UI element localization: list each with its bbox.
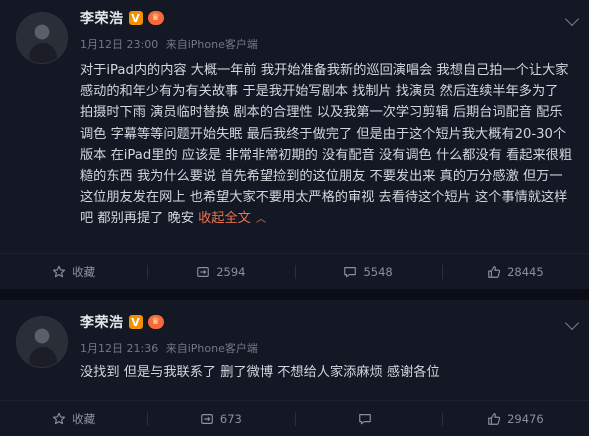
like-count: 29476 [507,411,544,426]
action-bar: 收藏 2594 5548 28445 [0,253,589,289]
post-separator [0,289,589,300]
repost-button[interactable]: 673 [147,411,294,426]
favorite-button[interactable]: 收藏 [0,411,147,427]
weibo-post: 李荣浩 V ♛ 1月12日 23:00 来自iPhone客户端 对于iPad内的… [0,0,589,289]
comment-button[interactable] [294,411,442,426]
post-header: 李荣浩 V ♛ [80,8,164,28]
favorite-label: 收藏 [72,411,96,426]
repost-icon [197,266,210,277]
chevron-up-icon: ︿ [256,214,267,226]
collapse-text-label: 收起全文 [198,211,251,227]
chevron-down-icon[interactable] [564,11,580,27]
post-meta: 1月12日 21:36 来自iPhone客户端 [80,340,262,356]
post-body: 没找到 但是与我联系了 删了微博 不想给人家添麻烦 感谢各位 [80,365,440,380]
username[interactable]: 李荣浩 [80,8,124,28]
repost-count: 673 [219,411,242,426]
post-text: 对于iPad内的内容 大概一年前 我开始准备我新的巡回演唱会 我想自己拍一个让大… [80,60,573,231]
member-badge-icon: ♛ [147,11,164,25]
source-prefix: 来自 [165,38,188,51]
star-icon [53,412,66,424]
collapse-text-link[interactable]: 收起全文 ︿ [198,211,266,226]
verified-badge-icon: V [128,11,143,25]
like-button[interactable]: 28445 [441,264,589,279]
post-meta: 1月12日 23:00 来自iPhone客户端 [80,36,262,52]
comment-icon [359,413,371,424]
post-text: 没找到 但是与我联系了 删了微博 不想给人家添麻烦 感谢各位 [80,362,573,383]
repost-button[interactable]: 2594 [147,264,294,279]
source-prefix: 来自 [165,342,188,355]
action-bar: 收藏 673 29476 [0,400,589,436]
post-header: 李荣浩 V ♛ [80,312,164,332]
star-icon [53,265,66,277]
repost-count: 2594 [216,264,246,279]
member-badge-icon: ♛ [147,315,164,329]
chevron-down-icon[interactable] [564,315,580,331]
favorite-label: 收藏 [72,264,96,279]
verified-badge-icon: V [128,315,143,329]
thumbs-up-icon [488,412,501,425]
post-date[interactable]: 1月12日 23:00 [80,38,158,51]
like-count: 28445 [507,264,544,279]
repost-icon [201,413,213,424]
post-source: iPhone客户端 [187,38,258,51]
avatar[interactable] [16,316,68,368]
favorite-button[interactable]: 收藏 [0,264,147,280]
post-body: 对于iPad内的内容 大概一年前 我开始准备我新的巡回演唱会 我想自己拍一个让大… [80,63,573,227]
comment-count: 5548 [363,264,393,279]
comment-button[interactable]: 5548 [294,264,442,279]
thumbs-up-icon [488,265,501,278]
like-button[interactable]: 29476 [441,411,589,426]
username[interactable]: 李荣浩 [80,312,124,332]
weibo-post: 李荣浩 V ♛ 1月12日 21:36 来自iPhone客户端 没找到 但是与我… [0,300,589,436]
post-date[interactable]: 1月12日 21:36 [80,342,158,355]
post-source: iPhone客户端 [187,342,258,355]
avatar[interactable] [16,12,68,64]
comment-icon [344,266,357,277]
